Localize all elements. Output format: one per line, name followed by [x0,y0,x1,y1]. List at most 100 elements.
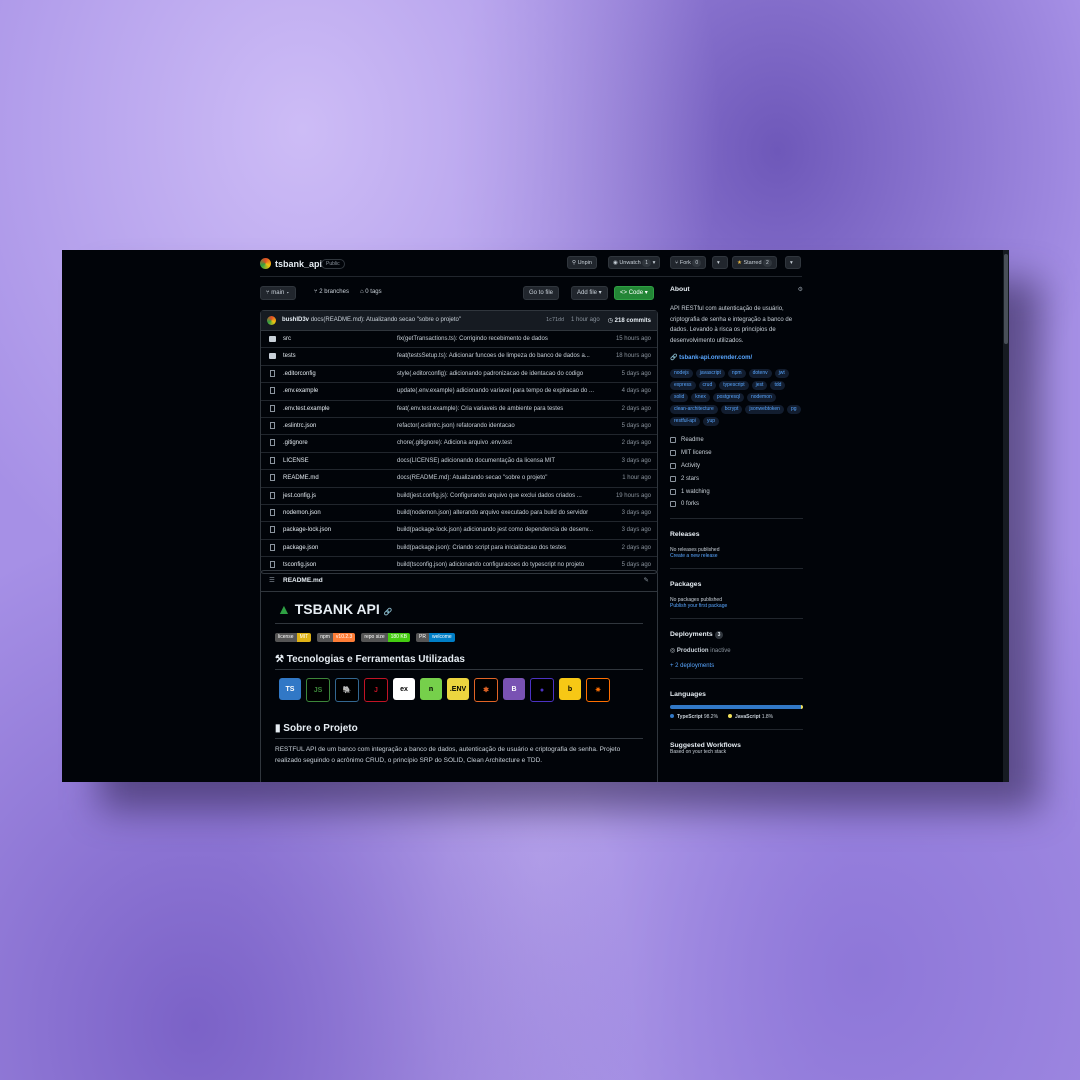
file-commit-message[interactable]: fix(getTransactions.ts): Corrigindo rece… [397,331,602,347]
add-file-button[interactable]: Add file ▾ [571,286,608,300]
repo-name[interactable]: tsbank_api [275,259,322,269]
readme-badge[interactable]: repo size 180 KB [361,633,411,642]
unwatch-button[interactable]: ◉ Unwatch 1 ▾ [608,256,661,269]
file-row[interactable]: .eslintrc.json refactor(.eslintrc.json) r… [261,418,657,436]
file-row[interactable]: package.json build(package.json): Criando… [261,540,657,558]
file-row[interactable]: .editorconfig style(.editorconfig): adici… [261,366,657,384]
language-item[interactable]: JavaScript 1.8% [728,713,773,720]
file-name[interactable]: src [283,331,291,347]
topic-tag[interactable]: clean-architecture [670,405,718,414]
edit-icon[interactable]: ✎ [644,571,649,591]
starred-button[interactable]: ★ Starred 2 [732,256,777,269]
topic-tag[interactable]: express [670,381,696,390]
file-commit-message[interactable]: feat(.env.test.example): Cria variaveis … [397,401,602,417]
star-dropdown[interactable]: ▾ [785,256,801,269]
file-row[interactable]: .gitignore chore(.gitignore): Adiciona ar… [261,435,657,453]
file-row[interactable]: tests feat(testsSetup.ts): Adicionar func… [261,348,657,366]
readme-badge[interactable]: npm v10.2.3 [317,633,356,642]
more-deployments-link[interactable]: + 2 deployments [670,663,803,669]
repo-owner-avatar[interactable] [260,258,271,269]
file-name[interactable]: .env.test.example [283,401,330,417]
sidebar-link[interactable]: 1 watching [670,485,803,498]
commit-hash[interactable]: 1c71dd [546,317,564,323]
file-commit-message[interactable]: chore(.gitignore): Adiciona arquivo .env… [397,435,602,451]
fork-dropdown[interactable]: ▾ [712,256,728,269]
topic-tag[interactable]: yup [702,417,720,426]
file-commit-message[interactable]: docs(LICENSE) adicionando documentação d… [397,453,602,469]
publish-package-link[interactable]: Publish your first package [670,603,803,609]
topic-tag[interactable]: typescript [719,381,749,390]
file-name[interactable]: package-lock.json [283,522,331,538]
gear-icon[interactable]: ⚙ [798,286,803,293]
file-commit-message[interactable]: docs(README.md): Atualizando secao "sobr… [397,470,602,486]
topic-tag[interactable]: dotenv [748,369,772,378]
file-row[interactable]: .env.test.example feat(.env.test.example)… [261,401,657,418]
file-commit-message[interactable]: style(.editorconfig): adicionando padron… [397,366,602,382]
file-row[interactable]: LICENSE docs(LICENSE) adicionando documen… [261,453,657,471]
topic-tag[interactable]: javascript [695,369,725,378]
file-row[interactable]: src fix(getTransactions.ts): Corrigindo r… [261,331,657,349]
commits-link[interactable]: ◷ 218 commits [608,317,651,324]
author-avatar[interactable] [267,316,276,325]
readme-filename[interactable]: README.md [283,571,323,591]
file-commit-message[interactable]: build(jest.config.js): Configurando arqu… [397,488,602,504]
releases-heading[interactable]: Releases [670,531,803,538]
topic-tag[interactable]: bcrypt [720,405,743,414]
file-name[interactable]: nodemon.json [283,505,321,521]
file-name[interactable]: .gitignore [283,435,308,451]
topic-tag[interactable]: postgresql [712,393,744,402]
topic-tag[interactable]: jsonwebtoken [745,405,784,414]
scrollbar[interactable] [1003,250,1009,782]
fork-button[interactable]: ⑂ Fork 0 [670,256,707,269]
file-commit-message[interactable]: build(package.json): Criando script para… [397,540,602,556]
file-name[interactable]: README.md [283,470,319,486]
file-commit-message[interactable]: build(nodemon.json) alterando arquivo ex… [397,505,602,521]
file-commit-message[interactable]: refactor(.eslintrc.json) refatorando ide… [397,418,602,434]
file-commit-message[interactable]: build(package-lock.json) adicionando jes… [397,522,602,538]
packages-heading[interactable]: Packages [670,581,803,588]
topic-tag[interactable]: crud [698,381,717,390]
file-name[interactable]: tests [283,348,296,364]
sidebar-link[interactable]: Activity [670,460,803,473]
sidebar-link[interactable]: 2 stars [670,472,803,485]
unpin-button[interactable]: ⚲ Unpin [567,256,597,269]
readme-badge[interactable]: license MIT [275,633,312,642]
topic-tag[interactable]: restful-api [670,417,700,426]
file-row[interactable]: jest.config.js build(jest.config.js): Con… [261,488,657,505]
readme-badge[interactable]: PR welcome [416,633,455,642]
file-commit-message[interactable]: feat(testsSetup.ts): Adicionar funcoes d… [397,348,602,364]
file-name[interactable]: LICENSE [283,453,309,469]
sidebar-link[interactable]: Readme [670,434,803,447]
deployments-heading[interactable]: Deployments 3 [670,630,803,639]
topic-tag[interactable]: knex [691,393,710,402]
website-link[interactable]: 🔗 tsbank-api.onrender.com/ [670,354,803,361]
file-name[interactable]: jest.config.js [283,488,316,504]
branch-selector[interactable]: ⑂ main ▾ [260,286,296,300]
topic-tag[interactable]: jest [751,381,768,390]
topic-tag[interactable]: nodemon [746,393,776,402]
file-name[interactable]: .eslintrc.json [283,418,316,434]
sidebar-link[interactable]: MIT license [670,447,803,460]
sidebar-link[interactable]: 0 forks [670,498,803,511]
language-item[interactable]: TypeScript 98.2% [670,713,718,720]
topic-tag[interactable]: npm [727,369,746,378]
go-to-file-button[interactable]: Go to file [523,286,560,300]
topic-tag[interactable]: nodejs [670,369,693,378]
list-icon[interactable]: ☰ [269,571,275,591]
topic-tag[interactable]: pg [786,405,801,414]
commit-author[interactable]: bushID3v [282,317,309,323]
file-row[interactable]: README.md docs(README.md): Atualizando se… [261,470,657,488]
create-release-link[interactable]: Create a new release [670,553,803,559]
anchor-link-icon[interactable]: 🔗 [384,609,393,616]
code-button[interactable]: <> Code ▾ [614,286,654,300]
file-name[interactable]: .editorconfig [283,366,316,382]
topic-tag[interactable]: jwt [774,369,789,378]
file-row[interactable]: nodemon.json build(nodemon.json) alterand… [261,505,657,523]
file-commit-message[interactable]: update(.env.example) adicionando variave… [397,383,602,399]
file-row[interactable]: .env.example update(.env.example) adicion… [261,383,657,401]
topic-tag[interactable]: solid [670,393,689,402]
branches-link[interactable]: ⑂ 2 branches [314,289,349,295]
tags-link[interactable]: ⌂ 0 tags [360,289,382,295]
file-name[interactable]: .env.example [283,383,318,399]
deployment-production[interactable]: ◎ Production inactive [670,647,803,654]
